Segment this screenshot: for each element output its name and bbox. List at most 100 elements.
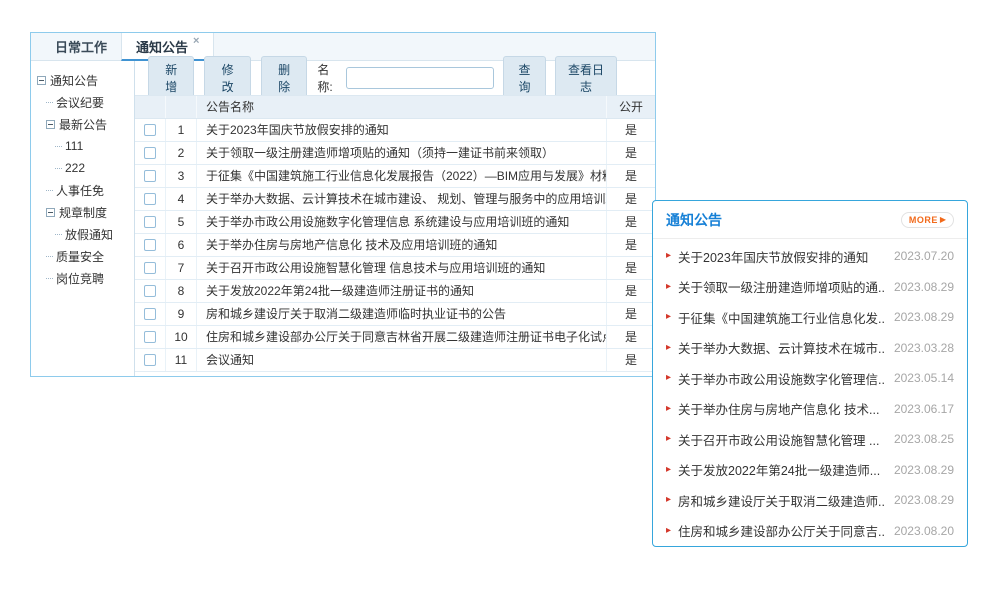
news-item-date: 2023.06.17 — [894, 402, 954, 416]
tree-connector — [55, 146, 62, 147]
row-checkbox[interactable] — [144, 193, 156, 205]
row-checkbox[interactable] — [144, 170, 156, 182]
news-item[interactable]: ▸关于召开市政公用设施智慧化管理 ...2023.08.25 — [666, 424, 954, 455]
table-row[interactable]: 7关于召开市政公用设施智慧化管理 信息技术与应用培训班的通知是 — [135, 257, 655, 280]
tree-item[interactable]: 会议纪要 — [31, 91, 134, 113]
row-checkbox-cell — [135, 188, 166, 210]
view-log-button[interactable]: 查看日志 — [555, 56, 617, 100]
news-item[interactable]: ▸关于举办市政公用设施数字化管理信...2023.05.14 — [666, 363, 954, 394]
tree-item[interactable]: 222 — [31, 157, 134, 179]
table-row[interactable]: 2关于领取一级注册建造师增项贴的通知（须持一建证书前来领取）是 — [135, 142, 655, 165]
name-filter-input[interactable] — [346, 67, 494, 89]
header-name-cell: 公告名称 — [197, 96, 607, 118]
news-item-date: 2023.08.20 — [894, 524, 954, 538]
news-item-date: 2023.03.28 — [894, 341, 954, 355]
notice-admin-window: 日常工作 通知公告 × 通知公告会议纪要最新公告111222人事任免规章制度放假… — [30, 32, 656, 377]
table-row[interactable]: 4关于举办大数据、云计算技术在城市建设、 规划、管理与服务中的应用培训班的...… — [135, 188, 655, 211]
row-checkbox[interactable] — [144, 331, 156, 343]
tree-item[interactable]: 放假通知 — [31, 223, 134, 245]
row-checkbox-cell — [135, 257, 166, 279]
row-checkbox-cell — [135, 119, 166, 141]
tree-connector — [46, 190, 53, 191]
tab-daily-work[interactable]: 日常工作 — [41, 33, 121, 60]
add-button[interactable]: 新增 — [148, 56, 194, 100]
table-row[interactable]: 1关于2023年国庆节放假安排的通知是 — [135, 119, 655, 142]
tree-item[interactable]: 质量安全 — [31, 245, 134, 267]
tree-item-label: 放假通知 — [65, 226, 113, 243]
row-notice-name: 房和城乡建设厅关于取消二级建造师临时执业证书的公告 — [197, 303, 607, 325]
table-row[interactable]: 5关于举办市政公用设施数字化管理信息 系统建设与应用培训班的通知是 — [135, 211, 655, 234]
news-card-title: 通知公告 — [666, 210, 722, 230]
news-item-title: 于征集《中国建筑施工行业信息化发... — [678, 308, 886, 327]
news-item[interactable]: ▸关于举办住房与房地产信息化 技术...2023.06.17 — [666, 394, 954, 425]
news-item[interactable]: ▸关于发放2022年第24批一级建造师...2023.08.29 — [666, 455, 954, 486]
tree-item[interactable]: 通知公告 — [31, 69, 134, 91]
news-item-date: 2023.08.29 — [894, 493, 954, 507]
row-notice-name: 于征集《中国建筑施工行业信息化发展报告（2022）—BIM应用与发展》材料的函 — [197, 165, 607, 187]
table-row[interactable]: 9房和城乡建设厅关于取消二级建造师临时执业证书的公告是 — [135, 303, 655, 326]
news-item[interactable]: ▸于征集《中国建筑施工行业信息化发...2023.08.29 — [666, 302, 954, 333]
row-checkbox[interactable] — [144, 124, 156, 136]
table-row[interactable]: 3于征集《中国建筑施工行业信息化发展报告（2022）—BIM应用与发展》材料的函… — [135, 165, 655, 188]
tree-item[interactable]: 人事任免 — [31, 179, 134, 201]
news-item[interactable]: ▸关于2023年国庆节放假安排的通知2023.07.20 — [666, 241, 954, 272]
row-public-flag: 是 — [607, 349, 655, 371]
row-public-flag: 是 — [607, 234, 655, 256]
tree-connector — [46, 102, 53, 103]
row-checkbox[interactable] — [144, 239, 156, 251]
row-public-flag: 是 — [607, 188, 655, 210]
row-index: 2 — [166, 142, 197, 164]
tree-item[interactable]: 岗位竞聘 — [31, 267, 134, 289]
header-public-cell: 公开 — [607, 96, 655, 118]
news-list: ▸关于2023年国庆节放假安排的通知2023.07.20 ▸ 关于领取一级注册建造师… — [653, 239, 967, 546]
tree-connector — [55, 234, 62, 235]
collapse-toggle-icon[interactable] — [46, 120, 55, 129]
row-notice-name: 关于举办市政公用设施数字化管理信息 系统建设与应用培训班的通知 — [197, 211, 607, 233]
bullet-arrow-icon: ▸ — [666, 465, 671, 475]
table-row[interactable]: 11会议通知是 — [135, 349, 655, 372]
news-item[interactable]: ▸关于领取一级注册建造师增项贴的通...2023.08.29 — [666, 272, 954, 303]
row-index: 8 — [166, 280, 197, 302]
toolbar: 新增 修改 删除 名称: 查询 查看日志 — [135, 61, 655, 95]
row-index: 3 — [166, 165, 197, 187]
row-checkbox[interactable] — [144, 262, 156, 274]
tree-item[interactable]: 规章制度 — [31, 201, 134, 223]
bullet-arrow-icon: ▸ — [666, 282, 671, 292]
row-checkbox[interactable] — [144, 354, 156, 366]
row-checkbox-cell — [135, 142, 166, 164]
row-public-flag: 是 — [607, 326, 655, 348]
modify-button[interactable]: 修改 — [204, 56, 250, 100]
row-checkbox[interactable] — [144, 147, 156, 159]
collapse-toggle-icon[interactable] — [37, 76, 46, 85]
row-public-flag: 是 — [607, 119, 655, 141]
row-index: 4 — [166, 188, 197, 210]
tree-item[interactable]: 最新公告 — [31, 113, 134, 135]
header-checkbox-cell — [135, 96, 166, 118]
row-notice-name: 关于领取一级注册建造师增项贴的通知（须持一建证书前来领取） — [197, 142, 607, 164]
query-button[interactable]: 查询 — [503, 56, 546, 100]
news-item[interactable]: ▸住房和城乡建设部办公厅关于同意吉...2023.08.20 — [666, 516, 954, 547]
row-index: 6 — [166, 234, 197, 256]
news-item-title: 关于召开市政公用设施智慧化管理 ... — [678, 430, 886, 449]
notice-table: 公告名称 公开 1关于2023年国庆节放假安排的通知是2关于领取一级注册建造师增… — [135, 95, 655, 376]
row-checkbox[interactable] — [144, 285, 156, 297]
table-row[interactable]: 8关于发放2022年第24批一级建造师注册证书的通知是 — [135, 280, 655, 303]
collapse-toggle-icon[interactable] — [46, 208, 55, 217]
tree-item[interactable]: 111 — [31, 135, 134, 157]
table-header-row: 公告名称 公开 — [135, 95, 655, 119]
tree-connector — [46, 278, 53, 279]
more-button[interactable]: MORE ▶ — [901, 212, 954, 228]
delete-button[interactable]: 删除 — [261, 56, 307, 100]
news-item-title: 关于领取一级注册建造师增项贴的通... — [678, 277, 886, 296]
news-item[interactable]: ▸关于举办大数据、云计算技术在城市...2023.03.28 — [666, 333, 954, 364]
news-item-title: 关于举办住房与房地产信息化 技术... — [678, 399, 886, 418]
news-item[interactable]: ▸房和城乡建设厅关于取消二级建造师...2023.08.29 — [666, 485, 954, 516]
table-row[interactable]: 6关于举办住房与房地产信息化 技术及应用培训班的通知是 — [135, 234, 655, 257]
close-icon[interactable]: × — [193, 36, 199, 47]
table-row[interactable]: 10住房和城乡建设部办公厅关于同意吉林省开展二级建造师注册证书电子化试点的...… — [135, 326, 655, 349]
row-checkbox[interactable] — [144, 216, 156, 228]
news-item-date: 2023.05.14 — [894, 371, 954, 385]
tree-item-label: 规章制度 — [59, 204, 107, 221]
row-index: 5 — [166, 211, 197, 233]
row-checkbox[interactable] — [144, 308, 156, 320]
